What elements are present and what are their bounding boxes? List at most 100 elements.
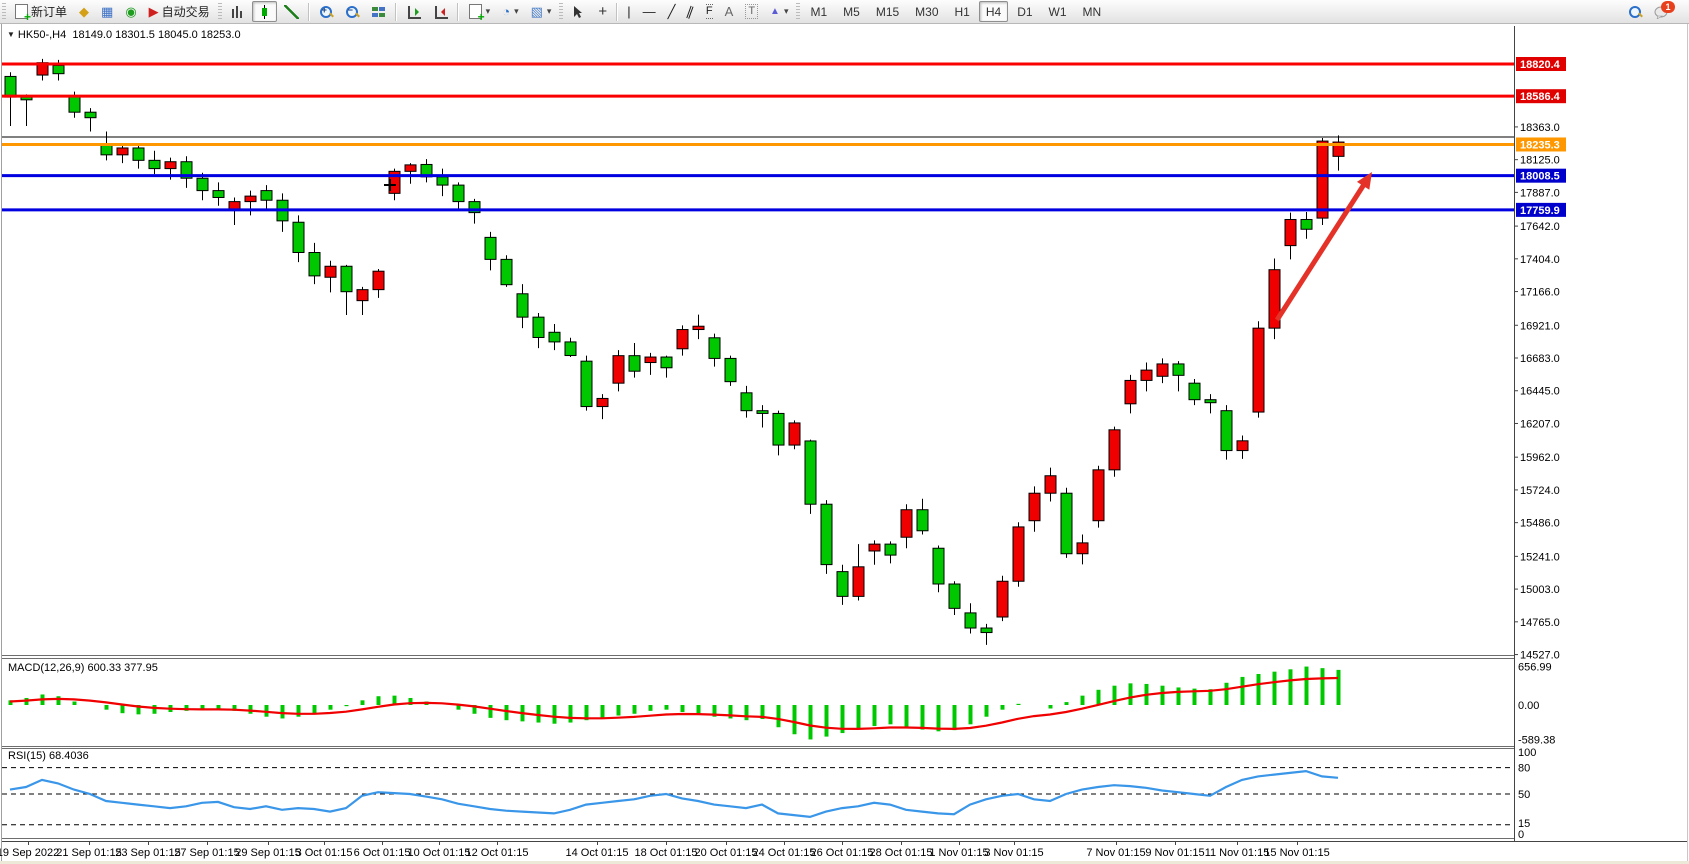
candle-bullish — [1125, 380, 1136, 403]
timeframe-h1-button[interactable]: H1 — [948, 1, 977, 22]
candle-bearish — [549, 332, 560, 342]
tile-windows-button[interactable] — [366, 1, 391, 22]
new-order-button[interactable]: 新订单 — [9, 1, 72, 22]
candle-bearish — [309, 253, 320, 276]
candle-bearish — [917, 510, 928, 531]
text-tool-icon: A — [725, 5, 734, 18]
trendline-icon: ╱ — [668, 5, 676, 18]
dropdown-caret-icon: ▾ — [486, 6, 491, 17]
candle-bullish — [373, 271, 384, 289]
auto-scroll-button[interactable] — [428, 1, 453, 22]
candlestick-chart-button[interactable] — [252, 1, 277, 22]
channel-tool-button[interactable]: ∥ — [682, 1, 699, 22]
zoom-out-button[interactable]: − — [340, 1, 364, 22]
autotrade-icon: ▶ — [149, 5, 159, 18]
candle-bullish — [677, 330, 688, 349]
price-tick-label: 15724.0 — [1520, 485, 1560, 497]
fibonacci-tool-button[interactable]: F — [701, 1, 718, 22]
time-tick-label: 11 Nov 01:15 — [1205, 847, 1270, 859]
candle-bearish — [565, 342, 576, 356]
level-price-label: 18235.3 — [1520, 139, 1560, 151]
candle-bullish — [1157, 364, 1168, 376]
zoom-in-icon: + — [319, 5, 333, 19]
template-button[interactable]: ▧ ▾ — [526, 1, 557, 22]
time-tick-label: 1 Nov 01:15 — [929, 847, 988, 859]
timeframe-m1-button[interactable]: M1 — [803, 1, 834, 22]
toolbar-grip[interactable] — [796, 3, 800, 21]
dropdown-caret-icon: ▾ — [514, 6, 519, 17]
clock-icon: ◔ — [502, 5, 510, 18]
chart-title[interactable]: ▼HK50-,H4 18149.0 18301.5 18045.0 18253.… — [7, 29, 241, 41]
macd-scale-label: 0.00 — [1518, 700, 1539, 712]
label-tool-button[interactable]: T — [740, 1, 763, 22]
crosshair-icon: + — [598, 5, 607, 18]
candle-bullish — [405, 165, 416, 171]
signal-button[interactable]: ◉ — [120, 1, 141, 22]
zoom-in-button[interactable]: + — [314, 1, 338, 22]
toolbar-grip[interactable] — [218, 3, 222, 21]
periodicity-button[interactable]: ◔ ▾ — [497, 1, 523, 22]
timeframe-m30-button[interactable]: M30 — [908, 1, 945, 22]
time-tick-label: 26 Oct 01:15 — [811, 847, 874, 859]
cursor-icon — [571, 5, 586, 19]
candle-bullish — [1077, 543, 1088, 554]
candle-bullish — [325, 266, 336, 277]
candle-bearish — [501, 259, 512, 284]
candle-bearish — [709, 338, 720, 359]
candle-bearish — [661, 357, 672, 368]
market-watch-icon: ▦ — [101, 5, 113, 18]
notifications-button[interactable]: 1 — [1649, 1, 1675, 22]
price-tick-label: 15241.0 — [1520, 551, 1560, 563]
chart-symbol-period: HK50-,H4 — [18, 29, 66, 41]
new-chart-button[interactable]: ▾ — [463, 1, 496, 22]
crosshair-tool-button[interactable]: + — [593, 1, 612, 22]
trendline-tool-button[interactable]: ╱ — [663, 1, 681, 22]
timeframe-h4-button[interactable]: H4 — [979, 1, 1008, 22]
toolbar-grip[interactable] — [2, 3, 6, 21]
timeframe-mn-button[interactable]: MN — [1076, 1, 1109, 22]
cursor-tool-button[interactable] — [566, 1, 591, 22]
candle-bearish — [805, 441, 816, 504]
channel-icon: ∥ — [685, 4, 696, 18]
chart-shift-button[interactable] — [401, 1, 426, 22]
bar-chart-button[interactable] — [225, 1, 250, 22]
timeframe-d1-button[interactable]: D1 — [1010, 1, 1039, 22]
text-tool-button[interactable]: A — [720, 1, 739, 22]
search-icon — [1628, 5, 1642, 19]
toolbar-grip[interactable] — [559, 3, 563, 21]
fibonacci-icon: F — [706, 4, 713, 19]
candle-bullish — [1253, 328, 1264, 412]
chart-collapse-icon[interactable]: ▼ — [7, 30, 15, 39]
level-price-label: 18820.4 — [1520, 59, 1561, 71]
autotrade-button[interactable]: ▶ 自动交易 — [144, 1, 215, 22]
time-tick-label: 10 Oct 01:15 — [408, 847, 471, 859]
candle-bearish — [53, 65, 64, 73]
timeframe-m15-button[interactable]: M15 — [869, 1, 906, 22]
macd-scale-label: -589.38 — [1518, 734, 1555, 746]
notification-badge: 1 — [1661, 1, 1675, 13]
arrows-tool-button[interactable]: ▲ ▾ — [765, 1, 793, 22]
toolbar: 新订单 ◆ ▦ ◉ ▶ 自动交易 + − — [0, 0, 1689, 24]
candle-bullish — [1141, 370, 1152, 380]
horizontal-line-tool-button[interactable]: — — [638, 1, 661, 22]
market-watch-button[interactable]: ▦ — [96, 1, 118, 22]
candle-bearish — [949, 584, 960, 608]
time-tick-label: 20 Oct 01:15 — [695, 847, 758, 859]
timeframe-w1-button[interactable]: W1 — [1042, 1, 1074, 22]
candle-bearish — [1189, 383, 1200, 400]
search-button[interactable] — [1623, 1, 1647, 22]
mt4-window: { "toolbar": { "new_order_label": "新订单",… — [0, 0, 1689, 864]
time-tick-label: 23 Sep 01:15 — [115, 847, 180, 859]
timeframe-m5-button[interactable]: M5 — [836, 1, 867, 22]
vertical-line-tool-button[interactable]: | — [622, 1, 635, 22]
candle-bullish — [1045, 476, 1056, 493]
candle-bullish — [597, 398, 608, 406]
rsi-scale-label: 50 — [1518, 789, 1530, 801]
market-depth-button[interactable]: ◆ — [74, 1, 94, 22]
line-chart-button[interactable] — [279, 1, 304, 22]
candle-bullish — [1013, 527, 1024, 581]
rsi-scale-label: 15 — [1518, 818, 1530, 830]
chart-canvas[interactable]: 18363.018125.017887.017642.017404.017166… — [0, 0, 1689, 864]
new-order-icon — [15, 4, 28, 19]
macd-scale-label: 656.99 — [1518, 662, 1552, 674]
